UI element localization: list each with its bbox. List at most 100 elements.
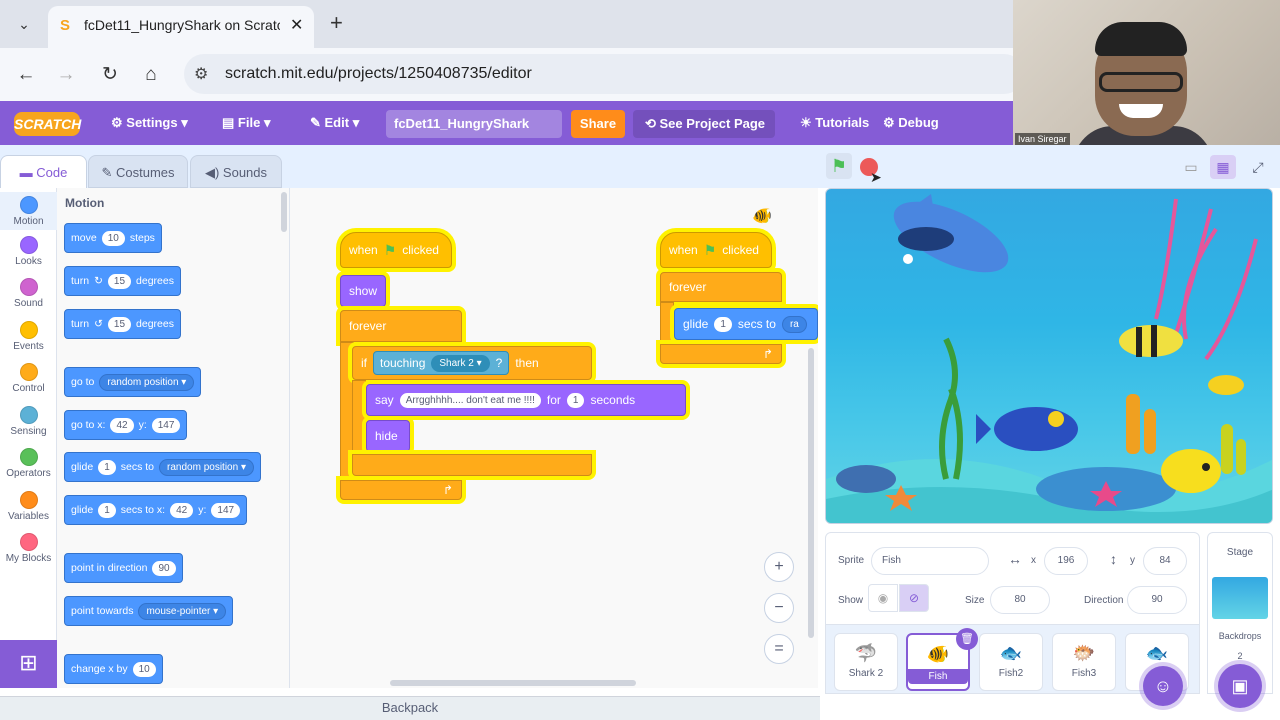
- category-looks[interactable]: Looks: [0, 236, 57, 267]
- browser-tab[interactable]: S fcDet11_HungryShark on Scratch ✕: [48, 6, 314, 48]
- sprite-tile-fish2[interactable]: 🐟 Fish2: [979, 633, 1043, 691]
- home-icon[interactable]: ⌂: [138, 62, 164, 88]
- say-text-input[interactable]: Arrgghhhh.... don't eat me !!!!: [399, 392, 541, 408]
- glide-secs-input[interactable]: 1: [714, 316, 732, 332]
- block-input[interactable]: 147: [151, 417, 181, 433]
- category-operators[interactable]: Operators: [0, 448, 57, 479]
- normal-stage-icon[interactable]: ▦: [1210, 155, 1236, 179]
- add-extension-button[interactable]: ⊞: [0, 640, 57, 688]
- say-seconds-input[interactable]: 1: [566, 392, 585, 408]
- fullscreen-icon[interactable]: ⤢: [1245, 155, 1271, 179]
- block-glide-random[interactable]: glide 1 secs to random position ▾: [64, 452, 261, 482]
- new-tab-plus-icon[interactable]: +: [330, 10, 343, 36]
- site-settings-icon[interactable]: ⚙: [194, 64, 208, 84]
- block-text: change x by: [71, 663, 128, 675]
- when-flag-clicked-hat-2[interactable]: when ⚑ clicked: [660, 232, 772, 268]
- reload-icon[interactable]: ↻: [97, 62, 123, 88]
- address-bar[interactable]: ⚙ scratch.mit.edu/projects/1250408735/ed…: [184, 54, 1024, 94]
- block-move-steps[interactable]: move 10 steps: [64, 223, 162, 253]
- category-sensing[interactable]: Sensing: [0, 406, 57, 437]
- category-control[interactable]: Control: [0, 363, 57, 394]
- block-glide-xy[interactable]: glide 1 secs to x: 42 y: 147: [64, 495, 248, 525]
- zoom-out-button[interactable]: −: [764, 593, 794, 623]
- share-button[interactable]: Share: [571, 110, 625, 138]
- category-sound[interactable]: Sound: [0, 278, 57, 309]
- category-my-blocks[interactable]: My Blocks: [0, 533, 57, 564]
- block-input[interactable]: 42: [110, 417, 134, 433]
- debug-menu[interactable]: ⚙ Debug: [883, 115, 939, 131]
- size-input[interactable]: 80: [990, 586, 1050, 614]
- block-input[interactable]: 90: [152, 560, 176, 576]
- block-dropdown[interactable]: random position ▾: [159, 458, 254, 476]
- direction-input[interactable]: 90: [1127, 586, 1187, 614]
- block-input[interactable]: 42: [170, 502, 194, 518]
- sprite-tile-fish3[interactable]: 🐡 Fish3: [1052, 633, 1116, 691]
- choose-sprite-cat-icon[interactable]: ☺: [1143, 666, 1183, 706]
- category-dot: [19, 491, 38, 509]
- workspace-vertical-scrollbar[interactable]: [808, 348, 814, 638]
- workspace-horizontal-scrollbar[interactable]: [390, 680, 636, 686]
- forward-arrow-icon[interactable]: →: [53, 62, 79, 88]
- tab-costumes[interactable]: ✎ Costumes: [88, 155, 188, 188]
- tutorials-menu[interactable]: ☀ Tutorials: [800, 115, 869, 131]
- zoom-reset-button[interactable]: =: [764, 634, 794, 664]
- edit-menu[interactable]: ✎ Edit ▾: [310, 115, 359, 131]
- show-block[interactable]: show: [340, 275, 386, 307]
- forever-block-2[interactable]: forever: [660, 272, 782, 302]
- hide-block[interactable]: hide: [366, 420, 410, 452]
- choose-backdrop-icon[interactable]: ▣: [1218, 664, 1262, 708]
- y-input[interactable]: 84: [1143, 547, 1187, 575]
- block-input[interactable]: 15: [107, 273, 132, 289]
- when-flag-clicked-hat[interactable]: when ⚑ clicked: [340, 232, 452, 268]
- block-go-to-xy[interactable]: go to x: 42 y: 147: [64, 410, 188, 440]
- block-change-x[interactable]: change x by 10: [64, 654, 163, 684]
- glide-target-dropdown[interactable]: ra: [781, 315, 807, 333]
- block-text: secs to: [737, 317, 776, 331]
- hide-eye-slash-icon[interactable]: ⊘: [899, 584, 929, 612]
- tab-list-chevron-icon[interactable]: ⌄: [12, 12, 36, 36]
- tab-code[interactable]: ▬ Code: [0, 155, 87, 188]
- back-arrow-icon[interactable]: ←: [13, 62, 39, 88]
- backpack-bar[interactable]: Backpack: [0, 696, 820, 720]
- block-input[interactable]: 10: [101, 230, 125, 246]
- file-menu[interactable]: ▤ File ▾: [222, 115, 270, 131]
- block-input[interactable]: 147: [211, 502, 241, 518]
- touching-target-dropdown[interactable]: Shark 2 ▾: [431, 354, 490, 372]
- say-for-seconds-block[interactable]: say Arrgghhhh.... don't eat me !!!! for 1 se…: [366, 384, 686, 416]
- palette-scrollbar[interactable]: [281, 192, 287, 232]
- project-title-input[interactable]: fcDet11_HungryShark: [386, 110, 562, 138]
- block-input[interactable]: 1: [98, 459, 116, 475]
- block-turn-left[interactable]: turn ↺ 15 degrees: [64, 309, 181, 339]
- block-input[interactable]: 1: [98, 502, 116, 518]
- sprite-tile-shark-2[interactable]: 🦈 Shark 2: [834, 633, 898, 691]
- block-turn-right[interactable]: turn ↻ 15 degrees: [64, 266, 181, 296]
- scratch-logo[interactable]: SCRATCH: [14, 112, 81, 136]
- show-visible-eye-icon[interactable]: ◉: [868, 584, 898, 612]
- close-tab-icon[interactable]: ✕: [290, 15, 303, 35]
- category-motion[interactable]: Motion: [0, 192, 57, 230]
- tab-sounds[interactable]: ◀) Sounds: [190, 155, 282, 188]
- block-dropdown[interactable]: mouse-pointer ▾: [138, 602, 227, 620]
- small-stage-icon[interactable]: ▭: [1178, 155, 1204, 179]
- category-events[interactable]: Events: [0, 321, 57, 352]
- x-input[interactable]: 196: [1044, 547, 1088, 575]
- zoom-in-button[interactable]: +: [764, 552, 794, 582]
- block-point-direction[interactable]: point in direction 90: [64, 553, 183, 583]
- if-then-block[interactable]: if touching Shark 2 ▾? then: [352, 346, 592, 380]
- category-variables[interactable]: Variables: [0, 491, 57, 522]
- see-project-page-button[interactable]: ⟲ See Project Page: [633, 110, 775, 138]
- stage-canvas[interactable]: [825, 188, 1273, 524]
- block-input[interactable]: 10: [132, 661, 156, 677]
- delete-sprite-trash-icon[interactable]: 🗑: [956, 628, 978, 650]
- block-point-towards[interactable]: point towards mouse-pointer ▾: [64, 596, 234, 626]
- block-go-to[interactable]: go to random position ▾: [64, 367, 202, 397]
- settings-menu[interactable]: ⚙ Settings ▾: [111, 115, 188, 131]
- forever-block[interactable]: forever: [340, 310, 462, 342]
- green-flag-button[interactable]: ⚑: [826, 153, 852, 179]
- sprite-name-input[interactable]: Fish: [871, 547, 989, 575]
- glide-block-2[interactable]: glide 1 secs to ra: [674, 308, 818, 340]
- block-dropdown[interactable]: random position ▾: [99, 373, 195, 391]
- script-workspace[interactable]: when ⚑ clicked show forever if touching Shar…: [290, 188, 818, 688]
- touching-sensing-block[interactable]: touching Shark 2 ▾?: [373, 351, 510, 375]
- block-input[interactable]: 15: [107, 316, 132, 332]
